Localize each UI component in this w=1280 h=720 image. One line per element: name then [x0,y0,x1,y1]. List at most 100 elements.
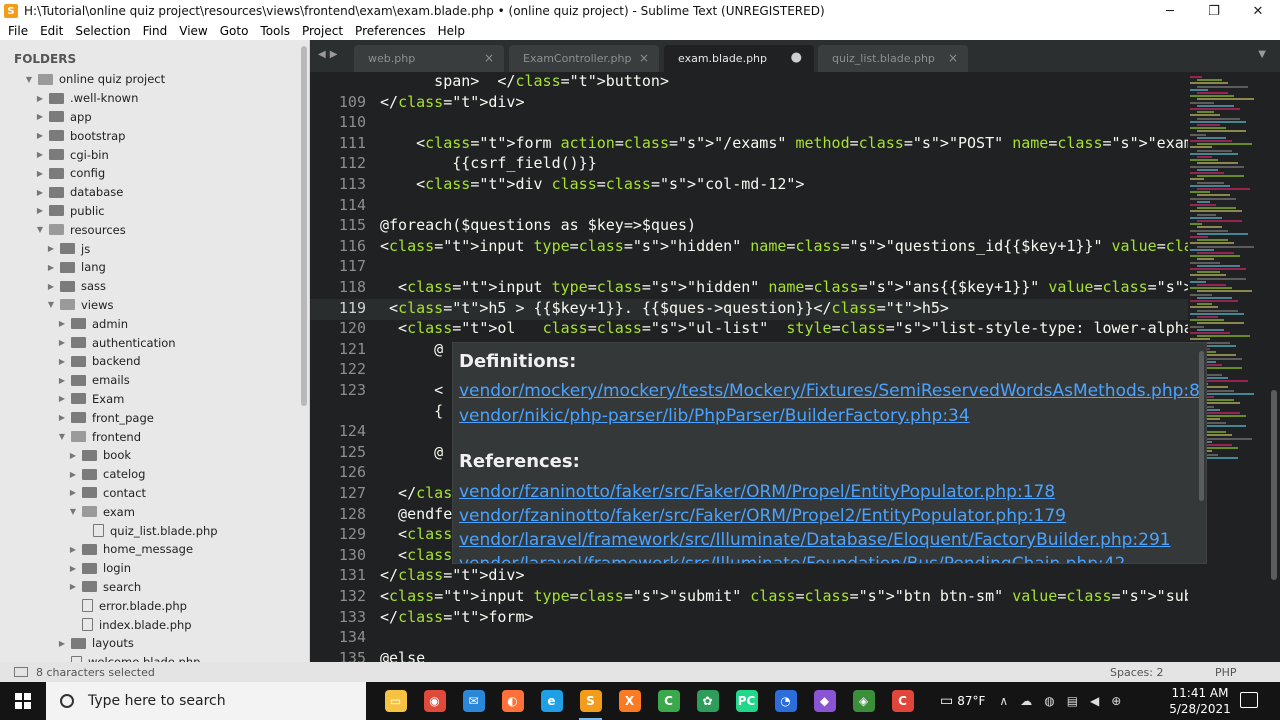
code-line[interactable]: @ [380,443,443,461]
tree-item[interactable]: ▶ home_message [0,540,300,559]
code-line[interactable]: <class="t">input type=class="s">"hidden"… [380,278,1188,296]
expand-arrow-down-icon[interactable]: ▼ [57,432,67,441]
menu-edit[interactable]: Edit [34,24,69,38]
code-line[interactable]: { [380,402,443,420]
tree-item[interactable]: ▶ sass [0,277,300,296]
tree-item[interactable]: ▶ admin [0,314,300,333]
tree-item[interactable]: quiz_list.blade.php [0,521,300,540]
taskbar-app[interactable]: PC [727,682,766,720]
tree-item[interactable]: ▶ public [0,202,300,221]
code-line[interactable]: {{csrf_field()}} [380,154,597,172]
code-line[interactable]: @endfe [380,505,452,523]
notification-icon[interactable] [1240,692,1258,708]
expand-arrow-right-icon[interactable]: ▶ [57,357,67,366]
tree-item[interactable]: ▶ backend [0,352,300,371]
tree-item[interactable]: ▶ lang [0,258,300,277]
show-hidden-icons-icon[interactable]: ∧ [999,694,1008,708]
menu-find[interactable]: Find [137,24,174,38]
taskbar-search-box[interactable]: Type here to search [46,682,366,720]
taskbar-clock[interactable]: 11:41 AM 5/28/2021 [1168,685,1232,717]
language-globe-icon[interactable]: ⊕ [1111,694,1121,708]
tab-close-icon[interactable]: × [484,51,494,65]
minimize-button[interactable]: ─ [1148,4,1192,19]
menu-view[interactable]: View [173,24,213,38]
expand-arrow-right-icon[interactable]: ▶ [57,413,67,422]
security-icon[interactable]: ◍ [1044,694,1054,708]
tab-exam-blade-php[interactable]: exam.blade.php ● [664,45,814,72]
tree-item[interactable]: ▼ online quiz project [0,70,300,89]
tree-item[interactable]: ▶ config [0,164,300,183]
reference-link[interactable]: vendor/fzaninotto/faker/src/Faker/ORM/Pr… [459,506,1066,526]
tab-quiz-list-blade-php[interactable]: quiz_list.blade.php × [818,45,968,72]
expand-arrow-right-icon[interactable]: ▶ [68,582,78,591]
tree-item[interactable]: ▶ app [0,108,300,127]
code-line[interactable]: < [380,381,443,399]
network-icon[interactable]: ▤ [1067,694,1078,708]
expand-arrow-right-icon[interactable]: ▶ [35,169,45,178]
menu-tools[interactable]: Tools [254,24,296,38]
taskbar-app[interactable]: S [571,682,610,720]
tree-item[interactable]: ▶ database [0,183,300,202]
taskbar-app[interactable]: X [610,682,649,720]
taskbar-app[interactable]: ◈ [844,682,883,720]
tree-item[interactable]: ▼ resources [0,220,300,239]
tree-item[interactable]: ▶ login [0,559,300,578]
tree-item[interactable]: ▶ authentication [0,333,300,352]
tree-item[interactable]: ▶ Exam [0,390,300,409]
expand-arrow-right-icon[interactable]: ▶ [35,131,45,140]
expand-arrow-right-icon[interactable]: ▶ [68,564,78,573]
taskbar-app[interactable]: C [649,682,688,720]
expand-arrow-right-icon[interactable]: ▶ [68,451,78,460]
popup-scrollbar[interactable] [1199,351,1204,501]
expand-arrow-right-icon[interactable]: ▶ [35,188,45,197]
tab-close-icon[interactable]: × [639,51,649,65]
reference-link[interactable]: vendor/fzaninotto/faker/src/Faker/ORM/Pr… [459,482,1055,502]
syntax-status[interactable]: PHP [1215,666,1237,679]
tree-item[interactable]: welcome.blade.php [0,653,300,662]
tree-item[interactable]: ▼ views [0,296,300,315]
tree-item[interactable]: ▶ emails [0,371,300,390]
volume-icon[interactable]: ◀ [1090,694,1099,708]
code-line[interactable]: </class="t">div> [380,566,525,584]
unsaved-dot-icon[interactable]: ● [791,50,802,65]
menu-goto[interactable]: Goto [214,24,255,38]
editor-scrollbar-thumb[interactable] [1271,390,1277,580]
expand-arrow-right-icon[interactable]: ▶ [46,263,56,272]
expand-arrow-right-icon[interactable]: ▶ [46,282,56,291]
code-line[interactable]: <class="t">input type=class="s">"submit"… [380,587,1188,605]
taskbar-app[interactable]: ◆ [805,682,844,720]
tab-list-dropdown-icon[interactable]: ▼ [1258,49,1266,60]
panel-toggle-icon[interactable] [14,667,28,677]
tree-item[interactable]: ▶ search [0,578,300,597]
sidebar-scrollbar[interactable] [301,46,307,406]
code-line[interactable]: </class="t">div> [380,93,525,111]
tab-close-icon[interactable]: × [948,51,958,65]
code-line[interactable]: <class="t">ol class=class="s">"ul-list" … [380,319,1188,337]
menu-selection[interactable]: Selection [69,24,136,38]
expand-arrow-right-icon[interactable]: ▶ [57,376,67,385]
expand-arrow-down-icon[interactable]: ▼ [68,507,78,516]
maximize-button[interactable]: ❐ [1192,4,1236,19]
tree-item[interactable]: ▶ js [0,239,300,258]
taskbar-app[interactable]: ◐ [493,682,532,720]
expand-arrow-right-icon[interactable]: ▶ [57,639,67,648]
taskbar-app[interactable]: ✉ [454,682,493,720]
code-line[interactable]: <class="t">input type=class="s">"hidden"… [380,237,1188,255]
onedrive-icon[interactable]: ☁ [1020,694,1032,708]
tree-item[interactable]: error.blade.php [0,596,300,615]
menu-project[interactable]: Project [296,24,349,38]
expand-arrow-right-icon[interactable]: ▶ [35,94,45,103]
expand-arrow-right-icon[interactable]: ▶ [57,338,67,347]
menu-help[interactable]: Help [432,24,471,38]
tree-item[interactable]: ▶ bootstrap [0,126,300,145]
tree-item[interactable]: ▶ contact [0,484,300,503]
menu-file[interactable]: File [2,24,34,38]
weather-icon[interactable]: ▭ [940,693,953,709]
tree-item[interactable]: ▼ frontend [0,427,300,446]
tree-item[interactable]: ▶ book [0,446,300,465]
expand-arrow-right-icon[interactable]: ▶ [68,488,78,497]
tree-item[interactable]: ▶ .well-known [0,89,300,108]
tab-nav-arrows-icon[interactable]: ◀▶ [318,49,341,60]
expand-arrow-right-icon[interactable]: ▶ [46,244,56,253]
code-line[interactable]: <class="t">form action=class="s">"/exams… [380,134,1188,152]
